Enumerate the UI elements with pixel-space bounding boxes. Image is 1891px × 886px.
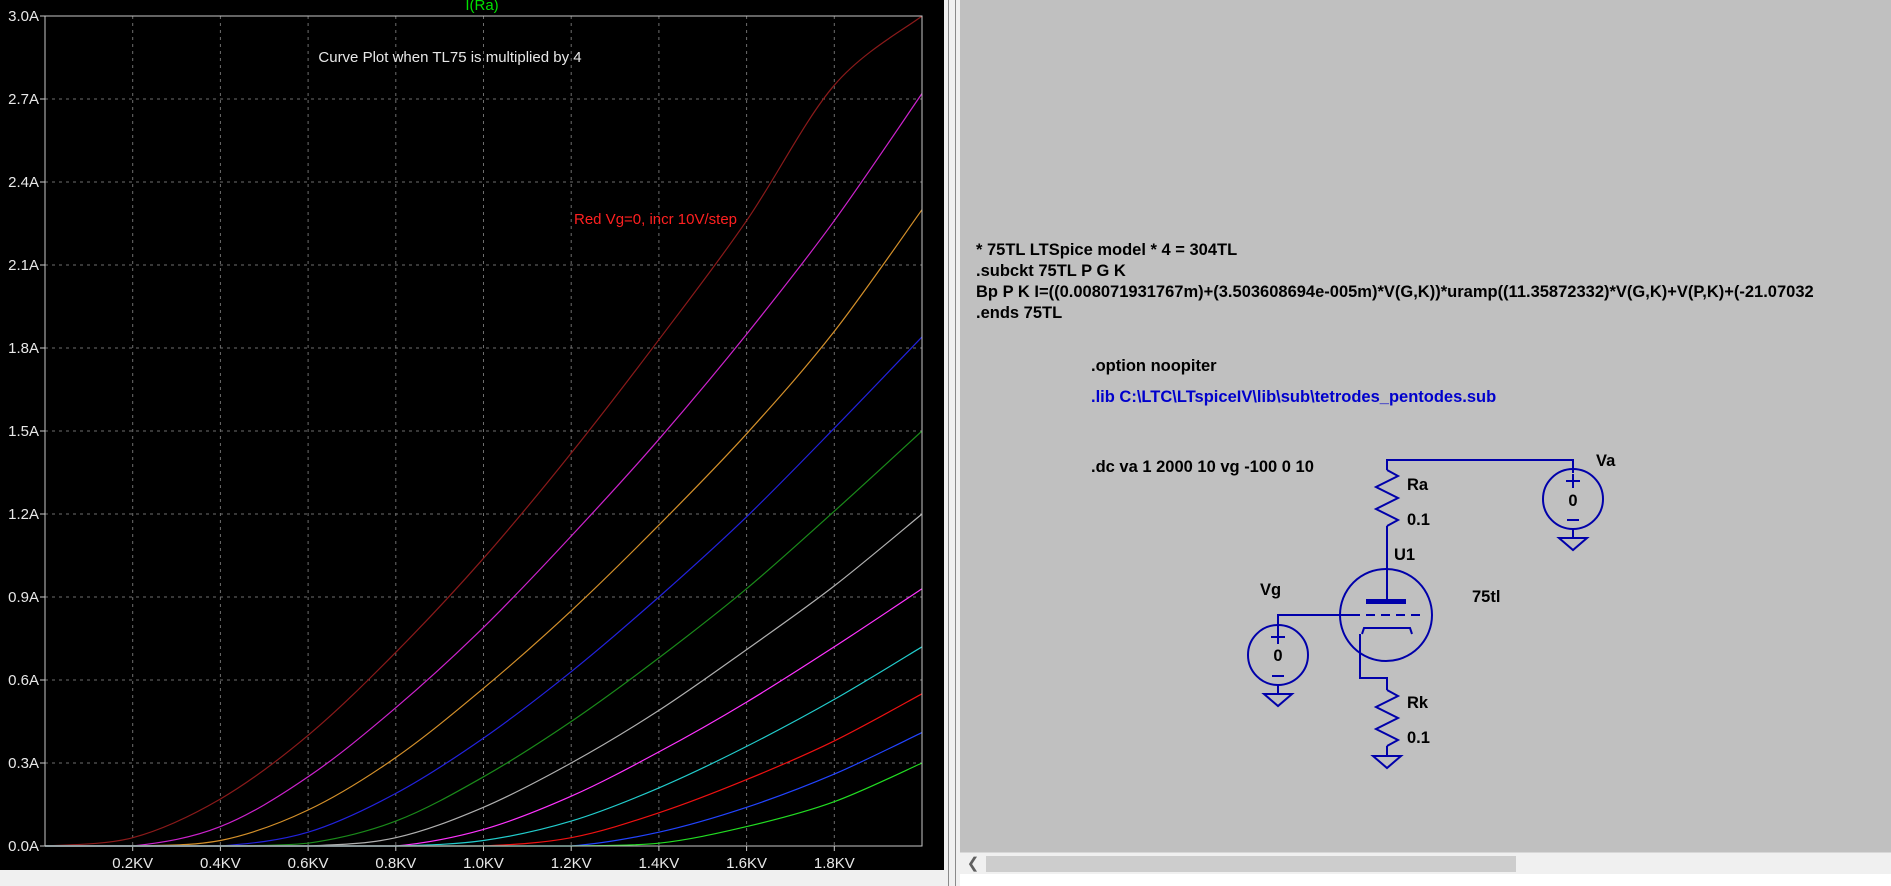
u1-label[interactable]: U1 — [1394, 546, 1415, 564]
y-tick-label: 2.1A — [8, 257, 39, 274]
y-tick-label: 1.2A — [8, 506, 39, 523]
series-line-11[interactable] — [45, 762, 923, 847]
wire-cathode-rk[interactable] — [1359, 662, 1388, 690]
y-tick-label: 2.7A — [8, 91, 39, 108]
horizontal-scrollbar[interactable]: ❮ — [960, 852, 1891, 875]
tube-cathode — [1361, 627, 1413, 635]
y-tick-label: 0.6A — [8, 672, 39, 689]
plot-pane-status-strip — [0, 870, 944, 886]
y-tick-label: 1.5A — [8, 423, 39, 440]
y-tick-label: 3.0A — [8, 8, 39, 25]
vg-value[interactable]: 0 — [1273, 647, 1282, 665]
ground-rk — [1370, 755, 1404, 770]
plot-annotation: Red Vg=0, incr 10V/step — [574, 211, 737, 228]
x-tick-label: 1.6KV — [726, 855, 767, 870]
y-tick-label: 1.8A — [8, 340, 39, 357]
plot-title: Curve Plot when TL75 is multiplied by 4 — [318, 49, 581, 66]
y-tick-label: 0.0A — [8, 838, 39, 855]
schematic-pane[interactable]: * 75TL LTSpice model * 4 = 304TL .subckt… — [960, 0, 1891, 852]
ground-va — [1556, 537, 1590, 552]
scroll-left-arrow-icon[interactable]: ❮ — [964, 854, 982, 874]
va-label[interactable]: Va — [1596, 452, 1616, 470]
x-tick-label: 1.2KV — [551, 855, 592, 870]
ground-vg — [1261, 693, 1295, 708]
waveform-chart[interactable]: 0.0A 0.3A 0.6A 0.9A 1.2A 1.5A 1.8A 2.1A 2.4A 2.7A… — [0, 0, 944, 870]
scroll-thumb[interactable] — [986, 856, 1516, 872]
y-tick-label: 0.9A — [8, 589, 39, 606]
pane-splitter[interactable] — [944, 0, 960, 886]
resistor-ra[interactable] — [1373, 469, 1401, 527]
x-tick-label: 0.2KV — [112, 855, 153, 870]
trace-label[interactable]: I(Ra) — [465, 0, 498, 14]
rk-value[interactable]: 0.1 — [1407, 729, 1430, 747]
x-tick-label: 0.6KV — [288, 855, 329, 870]
y-tick-label: 0.3A — [8, 755, 39, 772]
tube-plate — [1366, 599, 1406, 604]
y-tick-label: 2.4A — [8, 174, 39, 191]
x-tick-label: 1.4KV — [638, 855, 679, 870]
x-tick-label: 1.0KV — [463, 855, 504, 870]
waveform-plot-pane[interactable]: 0.0A 0.3A 0.6A 0.9A 1.2A 1.5A 1.8A 2.1A 2.4A 2.7A… — [0, 0, 944, 870]
rk-label[interactable]: Rk — [1407, 694, 1429, 712]
x-tick-label: 1.8KV — [814, 855, 855, 870]
vg-label[interactable]: Vg — [1260, 581, 1281, 599]
u1-model[interactable]: 75tl — [1472, 588, 1500, 606]
status-bar — [960, 874, 1891, 886]
va-value[interactable]: 0 — [1568, 492, 1577, 510]
schematic-drawing[interactable]: Ra 0.1 U1 75tl Va 0 Vg 0 Rk 0.1 — [960, 0, 1891, 852]
x-tick-label: 0.8KV — [375, 855, 416, 870]
x-tick-label: 0.4KV — [200, 855, 241, 870]
ra-value[interactable]: 0.1 — [1407, 511, 1430, 529]
resistor-rk[interactable] — [1373, 689, 1401, 747]
ra-label[interactable]: Ra — [1407, 476, 1429, 494]
wire-top[interactable] — [1386, 459, 1574, 473]
